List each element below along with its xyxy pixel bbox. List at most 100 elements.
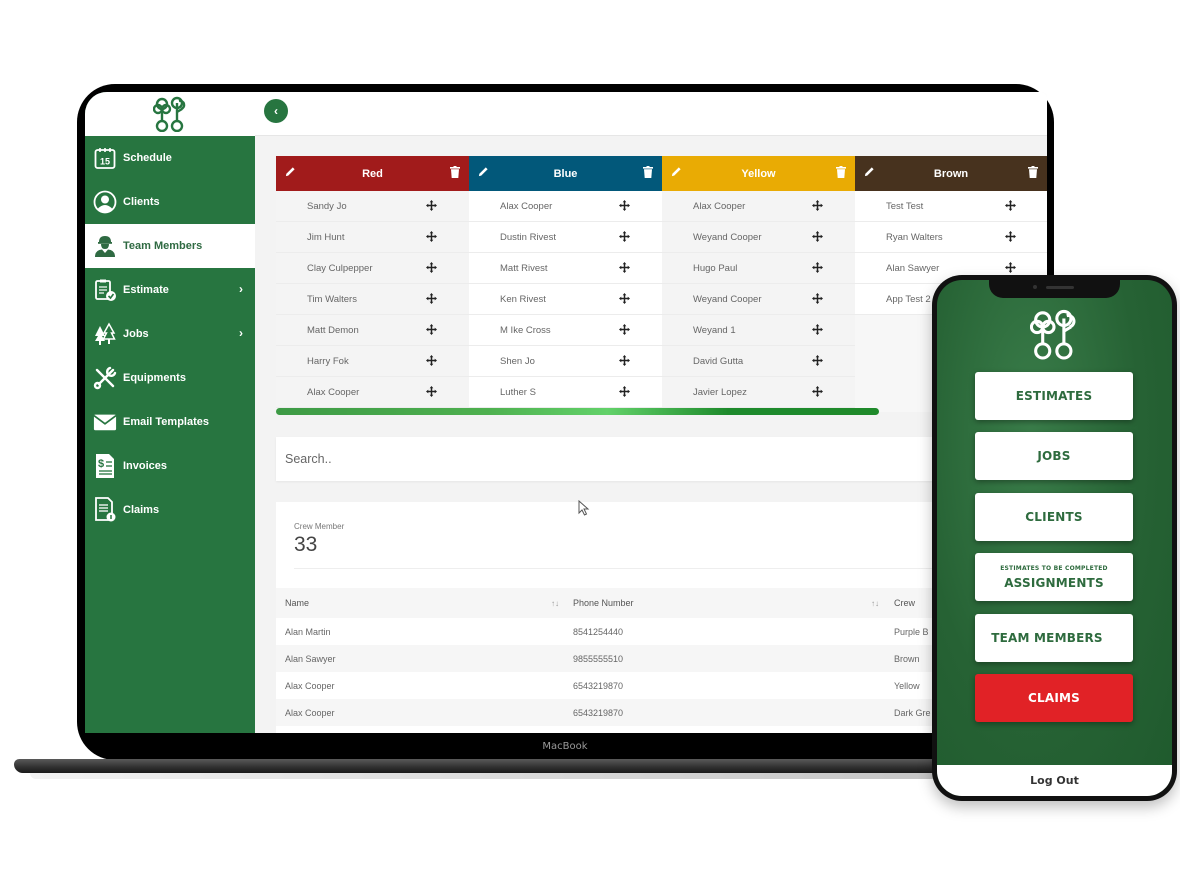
drag-move-icon[interactable] bbox=[1005, 262, 1016, 276]
logout-button[interactable]: Log Out bbox=[937, 765, 1172, 796]
crew-member-row[interactable]: Matt Demon bbox=[276, 315, 469, 346]
tree-logo-icon[interactable] bbox=[153, 96, 187, 132]
sidebar-item-email-templates[interactable]: Email Templates bbox=[85, 400, 255, 444]
sidebar-item-invoices[interactable]: $ Invoices bbox=[85, 444, 255, 488]
drag-move-icon[interactable] bbox=[426, 355, 437, 369]
drag-move-icon[interactable] bbox=[619, 262, 630, 276]
drag-move-icon[interactable] bbox=[426, 324, 437, 338]
horizontal-scrollbar[interactable] bbox=[276, 408, 879, 415]
sidebar-item-estimate[interactable]: Estimate › bbox=[85, 268, 255, 312]
crew-header: Blue bbox=[469, 156, 662, 191]
drag-move-icon[interactable] bbox=[426, 200, 437, 214]
trees-icon bbox=[93, 322, 117, 346]
crew-member-row[interactable]: M Ike Cross bbox=[469, 315, 662, 346]
sidebar-item-label: Schedule bbox=[123, 152, 172, 164]
drag-move-icon[interactable] bbox=[812, 293, 823, 307]
sidebar-nav: 15 Schedule Clients Team Members Estimat… bbox=[85, 136, 255, 532]
column-header-name[interactable]: Name bbox=[285, 598, 309, 608]
crew-member-row[interactable]: Weyand 1 bbox=[662, 315, 855, 346]
crew-member-name: Alax Cooper bbox=[500, 200, 553, 212]
sidebar-item-label: Claims bbox=[123, 504, 160, 516]
drag-move-icon[interactable] bbox=[812, 262, 823, 276]
crew-member-row[interactable]: Sandy Jo bbox=[276, 191, 469, 222]
sort-icon[interactable]: ↑↓ bbox=[551, 599, 559, 608]
sort-icon[interactable]: ↑↓ bbox=[871, 599, 879, 608]
chevron-right-icon: › bbox=[239, 282, 243, 296]
drag-move-icon[interactable] bbox=[619, 355, 630, 369]
sidebar-item-clients[interactable]: Clients bbox=[85, 180, 255, 224]
crew-member-name: Shen Jo bbox=[500, 355, 535, 367]
phone-frame: ESTIMATES JOBS CLIENTS ESTIMATES TO BE C… bbox=[932, 275, 1177, 801]
collapse-sidebar-button[interactable]: ‹ bbox=[264, 99, 288, 123]
drag-move-icon[interactable] bbox=[426, 386, 437, 400]
drag-move-icon[interactable] bbox=[426, 231, 437, 245]
edit-crew-icon[interactable] bbox=[864, 166, 875, 180]
crew-member-name: Clay Culpepper bbox=[307, 262, 373, 274]
crew-member-row[interactable]: Weyand Cooper bbox=[662, 284, 855, 315]
edit-crew-icon[interactable] bbox=[478, 166, 489, 180]
crew-member-row[interactable]: Alax Cooper bbox=[469, 191, 662, 222]
cell-phone: 6543219870 bbox=[573, 707, 624, 718]
clients-button[interactable]: CLIENTS bbox=[975, 493, 1133, 541]
sidebar-item-label: Jobs bbox=[123, 328, 149, 340]
crew-member-row[interactable]: Dustin Rivest bbox=[469, 222, 662, 253]
drag-move-icon[interactable] bbox=[812, 324, 823, 338]
crew-member-row[interactable]: Alax Cooper bbox=[662, 191, 855, 222]
delete-crew-icon[interactable] bbox=[450, 166, 460, 181]
crew-member-row[interactable]: Javier Lopez bbox=[662, 377, 855, 408]
mouse-cursor-icon bbox=[578, 500, 590, 516]
delete-crew-icon[interactable] bbox=[836, 166, 846, 181]
drag-move-icon[interactable] bbox=[812, 200, 823, 214]
button-label: JOBS bbox=[1037, 449, 1071, 463]
edit-crew-icon[interactable] bbox=[671, 166, 682, 180]
stat-value: 33 bbox=[294, 533, 318, 556]
team-members-button[interactable]: TEAM MEMBERS bbox=[975, 614, 1133, 662]
column-header-phone[interactable]: Phone Number bbox=[573, 598, 634, 608]
sidebar-item-schedule[interactable]: 15 Schedule bbox=[85, 136, 255, 180]
drag-move-icon[interactable] bbox=[619, 231, 630, 245]
drag-move-icon[interactable] bbox=[1005, 200, 1016, 214]
column-header-crew[interactable]: Crew bbox=[894, 598, 915, 608]
crew-member-row[interactable]: Jim Hunt bbox=[276, 222, 469, 253]
crew-member-row[interactable]: Matt Rivest bbox=[469, 253, 662, 284]
estimates-button[interactable]: ESTIMATES bbox=[975, 372, 1133, 420]
crew-name: Blue bbox=[553, 167, 578, 180]
claims-button[interactable]: CLAIMS bbox=[975, 674, 1133, 722]
drag-move-icon[interactable] bbox=[812, 231, 823, 245]
assignments-button[interactable]: ESTIMATES TO BE COMPLETED ASSIGNMENTS bbox=[975, 553, 1133, 601]
crew-member-row[interactable]: Ken Rivest bbox=[469, 284, 662, 315]
drag-move-icon[interactable] bbox=[619, 386, 630, 400]
crew-member-row[interactable]: Shen Jo bbox=[469, 346, 662, 377]
crew-member-row[interactable]: Hugo Paul bbox=[662, 253, 855, 284]
crew-member-row[interactable]: Clay Culpepper bbox=[276, 253, 469, 284]
jobs-button[interactable]: JOBS bbox=[975, 432, 1133, 480]
delete-crew-icon[interactable] bbox=[1028, 166, 1038, 181]
crew-member-row[interactable]: David Gutta bbox=[662, 346, 855, 377]
button-label: TEAM MEMBERS bbox=[991, 631, 1103, 645]
crew-member-row[interactable]: Ryan Walters bbox=[855, 222, 1047, 253]
crew-member-row[interactable]: Weyand Cooper bbox=[662, 222, 855, 253]
user-circle-icon bbox=[93, 190, 117, 214]
drag-move-icon[interactable] bbox=[619, 324, 630, 338]
sidebar-item-team-members[interactable]: Team Members bbox=[85, 224, 255, 268]
button-label: ASSIGNMENTS bbox=[1004, 575, 1104, 590]
crew-member-row[interactable]: Alax Cooper bbox=[276, 377, 469, 408]
sidebar-item-claims[interactable]: Claims bbox=[85, 488, 255, 532]
delete-crew-icon[interactable] bbox=[643, 166, 653, 181]
crew-member-row[interactable]: Test Test bbox=[855, 191, 1047, 222]
crew-member-name: App Test 2 bbox=[886, 293, 931, 305]
crew-member-row[interactable]: Harry Fok bbox=[276, 346, 469, 377]
drag-move-icon[interactable] bbox=[426, 262, 437, 276]
sidebar-item-jobs[interactable]: Jobs › bbox=[85, 312, 255, 356]
chevron-right-icon: › bbox=[239, 326, 243, 340]
drag-move-icon[interactable] bbox=[426, 293, 437, 307]
drag-move-icon[interactable] bbox=[619, 200, 630, 214]
edit-crew-icon[interactable] bbox=[285, 166, 296, 180]
crew-member-row[interactable]: Tim Walters bbox=[276, 284, 469, 315]
crew-member-row[interactable]: Luther S bbox=[469, 377, 662, 408]
drag-move-icon[interactable] bbox=[812, 355, 823, 369]
sidebar-item-equipments[interactable]: Equipments bbox=[85, 356, 255, 400]
drag-move-icon[interactable] bbox=[1005, 231, 1016, 245]
drag-move-icon[interactable] bbox=[812, 386, 823, 400]
drag-move-icon[interactable] bbox=[619, 293, 630, 307]
